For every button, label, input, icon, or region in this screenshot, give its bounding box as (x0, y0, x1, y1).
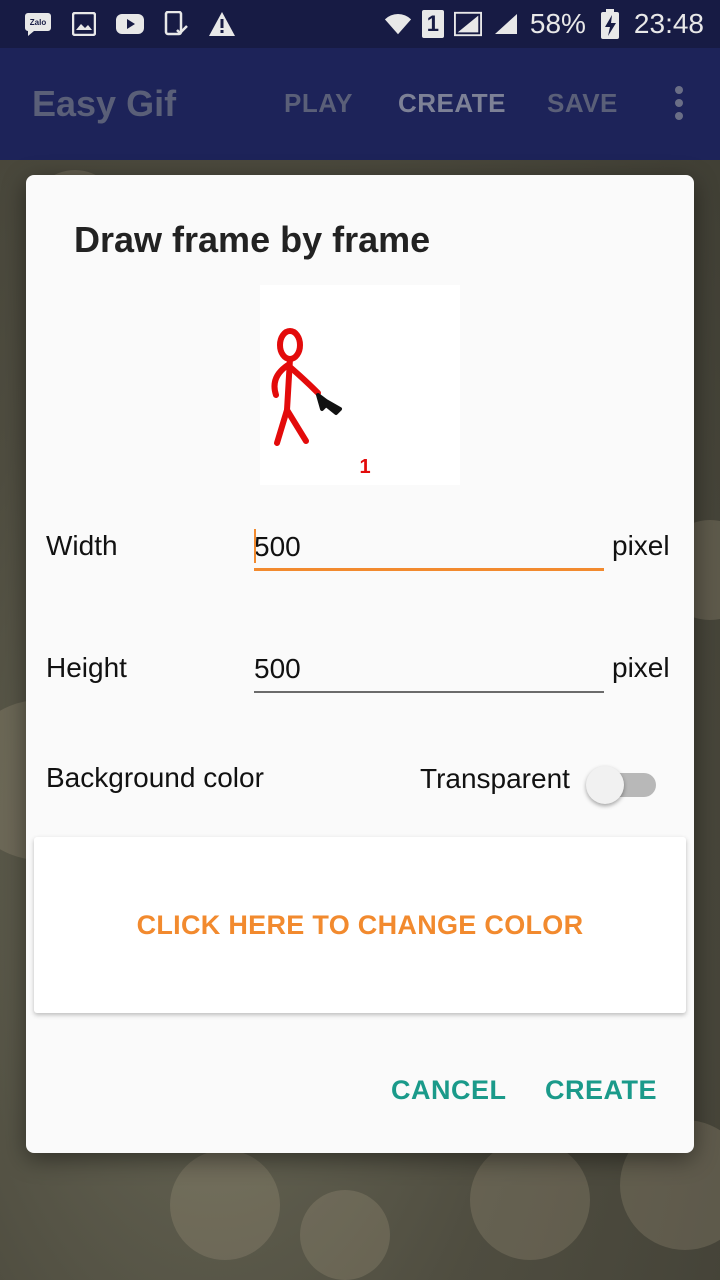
svg-text:Zalo: Zalo (30, 18, 47, 27)
frame-preview-image: 1 (260, 285, 460, 485)
clock: 23:48 (633, 8, 704, 39)
overflow-menu-icon[interactable] (674, 86, 684, 120)
gallery-icon (70, 10, 98, 38)
cancel-button[interactable]: CANCEL (391, 1075, 507, 1106)
width-input[interactable] (254, 523, 604, 571)
width-field[interactable] (254, 523, 604, 571)
change-color-button[interactable]: CLICK HERE TO CHANGE COLOR (34, 837, 686, 1013)
change-color-label: CLICK HERE TO CHANGE COLOR (136, 909, 584, 940)
sim-icon: 1 (421, 10, 444, 38)
height-label: Height (46, 652, 127, 683)
height-input[interactable] (254, 645, 604, 693)
status-bar: Zalo 1 58% 23:48 (0, 0, 720, 48)
switch-thumb (586, 766, 624, 804)
create-button[interactable]: CREATE (545, 1075, 657, 1106)
wifi-icon (384, 10, 412, 38)
signal-icon-2 (492, 10, 520, 38)
zalo-icon: Zalo (24, 10, 52, 38)
youtube-icon (116, 10, 144, 38)
width-underline (254, 568, 604, 571)
frame-number-label: 1 (359, 456, 370, 478)
play-button[interactable]: PLAY (284, 88, 353, 119)
save-button[interactable]: SAVE (547, 88, 618, 119)
height-underline (254, 691, 604, 693)
signal-icon (453, 10, 482, 38)
app-bar: Easy Gif PLAY CREATE SAVE (0, 48, 720, 160)
transparent-label: Transparent (420, 763, 570, 794)
battery-percent: 58% (529, 8, 586, 39)
create-gif-dialog: Draw frame by frame 1 Width 500 pixel He… (26, 175, 694, 1153)
width-unit-label: pixel (612, 530, 670, 561)
create-tab-button[interactable]: CREATE (398, 88, 506, 119)
app-title: Easy Gif (32, 83, 177, 124)
dialog-title: Draw frame by frame (74, 219, 431, 260)
transparent-switch[interactable] (586, 763, 658, 804)
text-cursor (254, 529, 256, 563)
device-check-icon (162, 10, 190, 38)
height-unit-label: pixel (612, 652, 670, 683)
width-label: Width (46, 530, 118, 561)
height-field[interactable] (254, 645, 604, 693)
warning-icon (208, 10, 236, 38)
battery-charging-icon (596, 9, 624, 39)
stick-figure-illustration: 1 (271, 328, 371, 478)
background-color-label: Background color (46, 762, 264, 793)
